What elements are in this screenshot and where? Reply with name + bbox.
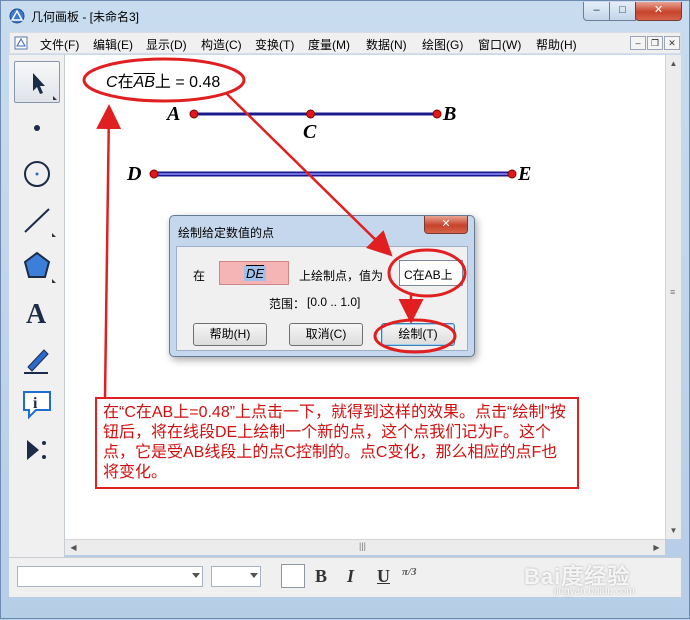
highlight-ellipse-measurement [82,57,246,103]
annotation-note: 在“C在AB上=0.48”上点击一下，就得到这样的效果。点击“绘制”按钮后，将在… [95,397,579,489]
watermark-url: jingyan.baidu.com [554,586,635,597]
arrow-to-value-field [225,92,393,257]
arrow-note-to-measurement [96,104,122,398]
app-window: 几何画板 - [未命名3] – □ ✕ 文件(F) 编辑(E) 显示(D) 构造… [0,0,690,619]
annotation-overlay [82,57,467,398]
highlight-ellipse-value [387,248,467,298]
highlight-ellipse-draw [373,318,457,354]
